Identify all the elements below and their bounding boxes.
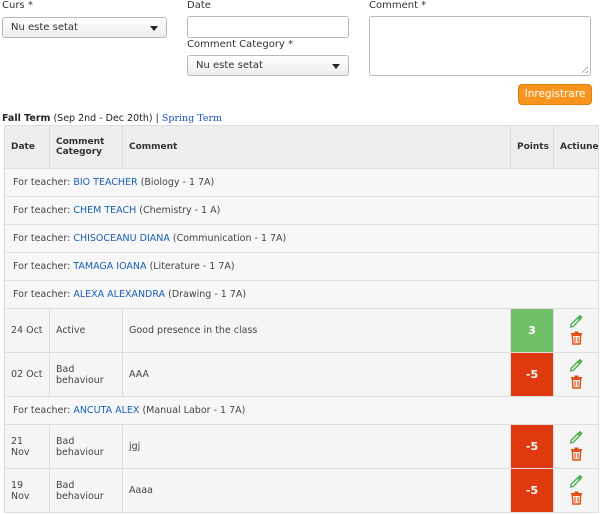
teacher-group-cell: For teacher: TAMAGA IOANA (Literature - … (4, 252, 599, 281)
entry-comment: jgj (122, 424, 511, 469)
entry-comment: Aaaa (122, 468, 511, 513)
header-comment: Comment (122, 125, 511, 169)
teacher-prefix: For teacher: (13, 261, 71, 272)
table-row: 02 Oct Bad behaviour AAA -5 (4, 352, 599, 397)
teacher-course: (Manual Labor - 1 7A) (142, 405, 246, 416)
header-points: Points (510, 125, 554, 169)
teacher-group-cell: For teacher: ANCUTA ALEX (Manual Labor -… (4, 396, 599, 425)
teacher-group-row: For teacher: BIO TEACHER (Biology - 1 7A… (4, 168, 599, 197)
entry-points-badge: -5 (510, 468, 554, 513)
teacher-prefix: For teacher: (13, 405, 71, 416)
entry-actions (553, 424, 599, 469)
entry-actions (553, 308, 599, 353)
entry-category: Bad behaviour (49, 424, 123, 469)
pencil-icon[interactable] (554, 430, 598, 447)
entry-date: 19 Nov (4, 468, 50, 513)
teacher-name-link[interactable]: ANCUTA ALEX (73, 405, 139, 416)
teacher-course: (Literature - 1 7A) (149, 261, 235, 272)
term-switcher: Fall Term (Sep 2nd - Dec 20th) | Spring … (2, 113, 222, 124)
teacher-name-link[interactable]: ALEXA ALEXANDRA (73, 289, 165, 300)
active-term: Fall Term (2, 113, 51, 124)
entry-category: Bad behaviour (49, 352, 123, 397)
teacher-name-link[interactable]: TAMAGA IOANA (73, 261, 146, 272)
resize-handle-icon[interactable] (581, 66, 588, 73)
teacher-name-link[interactable]: BIO TEACHER (73, 177, 137, 188)
entry-category: Bad behaviour (49, 468, 123, 513)
comments-table: Date Comment Category Comment Points Act… (4, 125, 599, 513)
comment-label: Comment * (369, 0, 427, 11)
teacher-prefix: For teacher: (13, 177, 71, 188)
trash-icon[interactable] (554, 447, 598, 464)
spring-term-link[interactable]: Spring Term (162, 113, 222, 124)
comment-textarea[interactable] (369, 16, 591, 76)
header-category: Comment Category (49, 125, 123, 169)
active-term-range: (Sep 2nd - Dec 20th) (53, 113, 153, 124)
teacher-group-row: For teacher: CHISOCEANU DIANA (Communica… (4, 224, 599, 253)
table-row: 24 Oct Active Good presence in the class 3 (4, 308, 599, 353)
entry-date: 02 Oct (4, 352, 50, 397)
teacher-prefix: For teacher: (13, 233, 71, 244)
entry-actions (553, 352, 599, 397)
teacher-group-row: For teacher: ALEXA ALEXANDRA (Drawing - … (4, 280, 599, 309)
teacher-group-cell: For teacher: CHISOCEANU DIANA (Communica… (4, 224, 599, 253)
teacher-course: (Biology - 1 7A) (140, 177, 215, 188)
entry-comment: Good presence in the class (122, 308, 511, 353)
teacher-group-row: For teacher: TAMAGA IOANA (Literature - … (4, 252, 599, 281)
teacher-course: (Communication - 1 7A) (172, 233, 287, 244)
trash-icon[interactable] (554, 331, 598, 348)
entry-comment: AAA (122, 352, 511, 397)
entry-actions (553, 468, 599, 513)
term-separator: | (155, 113, 159, 124)
entry-points-badge: 3 (510, 308, 554, 353)
entry-category: Active (49, 308, 123, 353)
course-select-value: Nu este setat (11, 22, 78, 33)
teacher-prefix: For teacher: (13, 205, 71, 216)
entry-date: 21 Nov (4, 424, 50, 469)
trash-icon[interactable] (554, 375, 598, 392)
teacher-course: (Chemistry - 1 A) (139, 205, 221, 216)
teacher-name-link[interactable]: CHEM TEACH (73, 205, 136, 216)
table-row: 19 Nov Bad behaviour Aaaa -5 (4, 468, 599, 513)
table-body: For teacher: BIO TEACHER (Biology - 1 7A… (4, 168, 599, 513)
table-row: 21 Nov Bad behaviour jgj -5 (4, 424, 599, 469)
teacher-course: (Drawing - 1 7A) (168, 289, 247, 300)
teacher-group-cell: For teacher: BIO TEACHER (Biology - 1 7A… (4, 168, 599, 197)
date-label: Date (187, 0, 211, 11)
course-label: Curs * (2, 0, 33, 11)
category-label: Comment Category * (187, 39, 294, 50)
pencil-icon[interactable] (554, 474, 598, 491)
date-input[interactable] (187, 16, 349, 38)
chevron-down-icon (150, 26, 158, 31)
teacher-group-cell: For teacher: ALEXA ALEXANDRA (Drawing - … (4, 280, 599, 309)
teacher-group-row: For teacher: CHEM TEACH (Chemistry - 1 A… (4, 196, 599, 225)
teacher-group-row: For teacher: ANCUTA ALEX (Manual Labor -… (4, 396, 599, 425)
pencil-icon[interactable] (554, 314, 598, 331)
trash-icon[interactable] (554, 491, 598, 508)
category-select[interactable]: Nu este setat (187, 55, 349, 76)
category-select-value: Nu este setat (196, 60, 263, 71)
entry-date: 24 Oct (4, 308, 50, 353)
table-header-row: Date Comment Category Comment Points Act… (4, 125, 599, 169)
header-date: Date (4, 125, 50, 169)
teacher-prefix: For teacher: (13, 289, 71, 300)
chevron-down-icon (332, 64, 340, 69)
course-select[interactable]: Nu este setat (2, 17, 167, 38)
teacher-group-cell: For teacher: CHEM TEACH (Chemistry - 1 A… (4, 196, 599, 225)
entry-points-badge: -5 (510, 352, 554, 397)
save-button[interactable]: Inregistrare (518, 84, 592, 105)
entry-points-badge: -5 (510, 424, 554, 469)
pencil-icon[interactable] (554, 358, 598, 375)
header-actions: Actiune (553, 125, 599, 169)
teacher-name-link[interactable]: CHISOCEANU DIANA (73, 233, 170, 244)
